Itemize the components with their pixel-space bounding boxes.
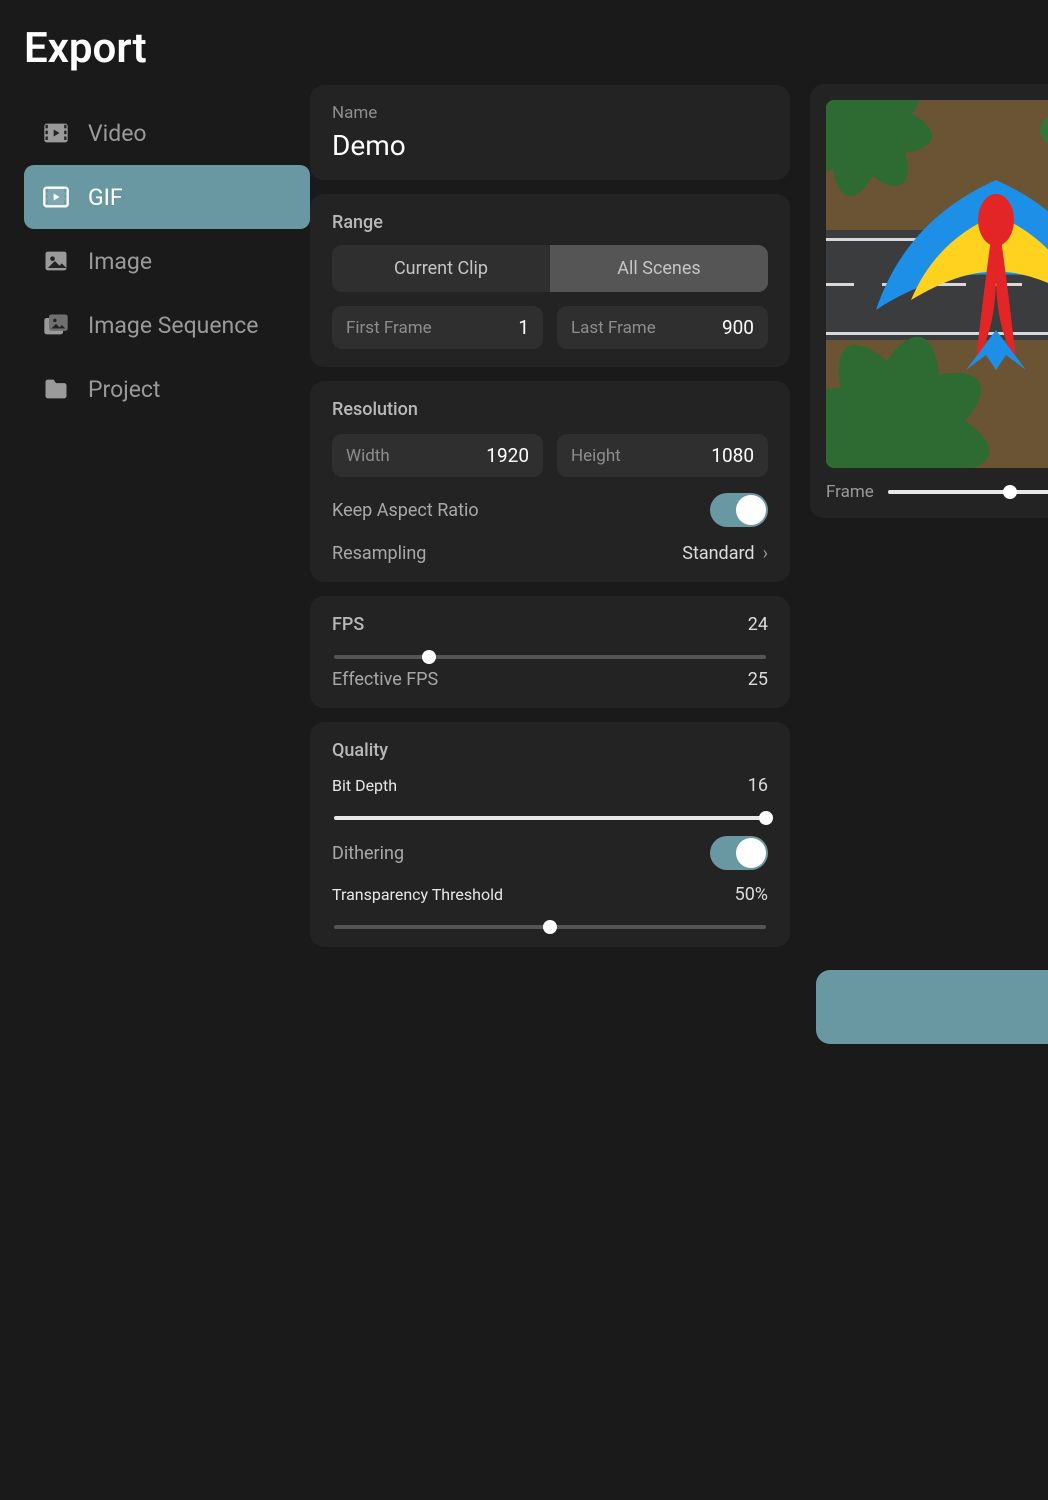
- fps-slider[interactable]: [334, 655, 766, 659]
- frame-label: Frame: [826, 482, 874, 502]
- image-icon: [42, 247, 70, 275]
- first-frame-value: 1: [518, 316, 529, 339]
- tab-label: Video: [88, 120, 147, 147]
- project-icon: [42, 375, 70, 403]
- width-label: Width: [346, 446, 390, 466]
- range-segment[interactable]: Current Clip All Scenes: [332, 245, 768, 292]
- name-value[interactable]: Demo: [332, 129, 768, 162]
- page-title: Export: [24, 24, 310, 73]
- export-button[interactable]: Export: [816, 970, 1048, 1044]
- preview-image: [826, 100, 1048, 468]
- range-card: Range Current Clip All Scenes First Fram…: [310, 194, 790, 367]
- fps-card: FPS 24 Effective FPS 25: [310, 596, 790, 708]
- tab-project[interactable]: Project: [24, 357, 310, 421]
- keep-aspect-toggle[interactable]: [710, 493, 768, 527]
- frame-slider[interactable]: [888, 490, 1048, 494]
- image-sequence-icon: [42, 311, 70, 339]
- last-frame-field[interactable]: Last Frame 900: [557, 306, 768, 349]
- quality-label: Quality: [332, 740, 768, 761]
- video-icon: [42, 119, 70, 147]
- range-current-clip[interactable]: Current Clip: [332, 245, 550, 292]
- width-field[interactable]: Width 1920: [332, 434, 543, 477]
- height-label: Height: [571, 446, 621, 466]
- fps-value: 24: [748, 614, 768, 635]
- tab-image-sequence[interactable]: Image Sequence: [24, 293, 310, 357]
- resolution-label: Resolution: [332, 399, 768, 420]
- first-frame-field[interactable]: First Frame 1: [332, 306, 543, 349]
- tab-video[interactable]: Video: [24, 101, 310, 165]
- range-all-scenes[interactable]: All Scenes: [550, 245, 768, 292]
- height-field[interactable]: Height 1080: [557, 434, 768, 477]
- export-type-tabs: Video GIF Image Image Sequence: [24, 101, 310, 421]
- resampling-value: Standard: [682, 543, 754, 564]
- range-label: Range: [332, 212, 768, 233]
- bit-depth-label: Bit Depth: [332, 776, 397, 795]
- tab-label: Project: [88, 376, 160, 403]
- first-frame-label: First Frame: [346, 318, 432, 338]
- chevron-right-icon: ›: [763, 543, 768, 564]
- name-label: Name: [332, 103, 768, 123]
- bit-depth-value: 16: [748, 775, 768, 796]
- resampling-label: Resampling: [332, 543, 426, 564]
- tab-image[interactable]: Image: [24, 229, 310, 293]
- dithering-label: Dithering: [332, 843, 404, 864]
- transparency-slider[interactable]: [334, 925, 766, 929]
- transparency-value: 50%: [735, 884, 768, 905]
- tab-gif[interactable]: GIF: [24, 165, 310, 229]
- height-value: 1080: [711, 444, 754, 467]
- last-frame-label: Last Frame: [571, 318, 656, 338]
- resolution-card: Resolution Width 1920 Height 1080 Keep A…: [310, 381, 790, 582]
- resampling-dropdown[interactable]: Standard ›: [682, 543, 768, 564]
- transparency-label: Transparency Threshold: [332, 885, 503, 904]
- keep-aspect-label: Keep Aspect Ratio: [332, 500, 479, 521]
- gif-icon: [42, 183, 70, 211]
- effective-fps-label: Effective FPS: [332, 669, 438, 690]
- name-card: Name Demo: [310, 85, 790, 180]
- tab-label: GIF: [88, 184, 123, 211]
- tab-label: Image: [88, 248, 152, 275]
- effective-fps-value: 25: [748, 669, 768, 690]
- fps-label: FPS: [332, 614, 364, 635]
- preview-parrot: [866, 160, 1048, 390]
- bit-depth-slider[interactable]: [334, 816, 766, 820]
- tab-label: Image Sequence: [88, 312, 259, 339]
- dithering-toggle[interactable]: [710, 836, 768, 870]
- preview-panel: Frame 210: [810, 84, 1048, 518]
- quality-card: Quality Bit Depth 16 Dithering Transpare…: [310, 722, 790, 947]
- width-value: 1920: [486, 444, 529, 467]
- last-frame-value: 900: [722, 316, 754, 339]
